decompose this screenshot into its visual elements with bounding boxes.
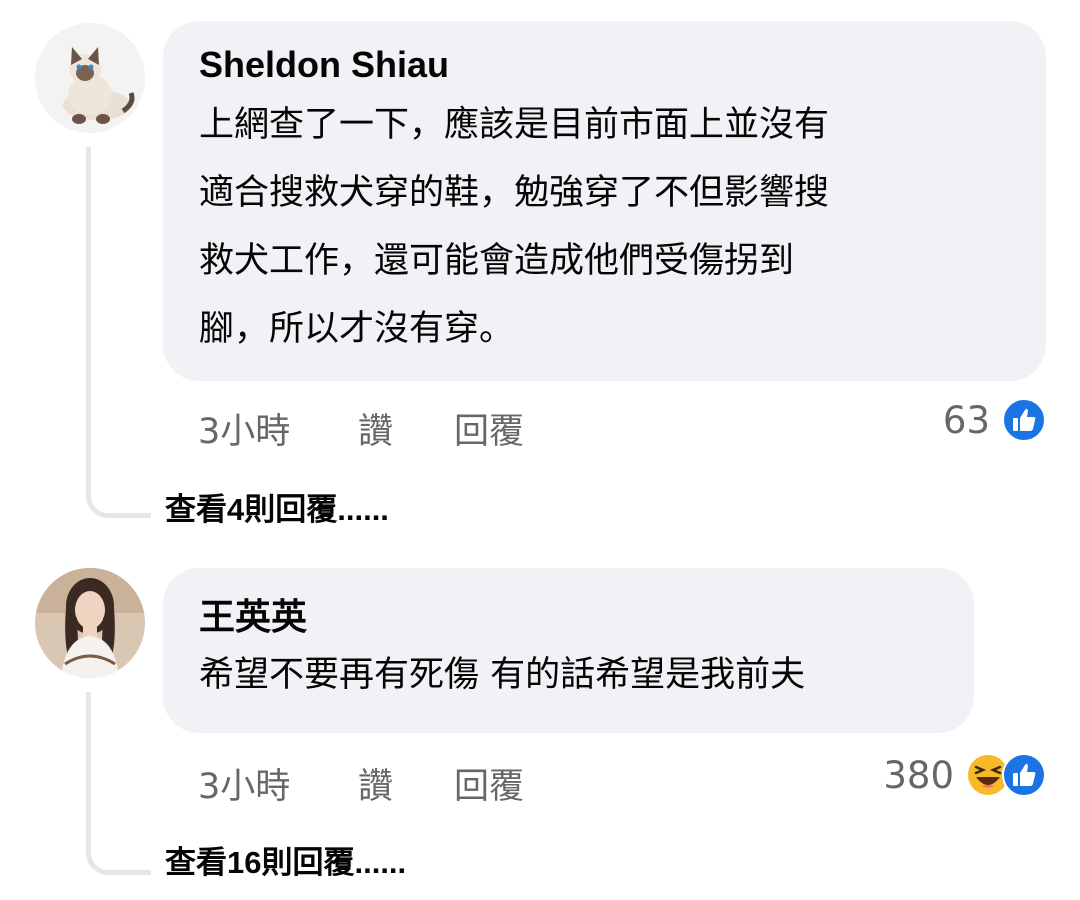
comment-timestamp[interactable]: 3小時 [198,767,290,807]
reaction-summary[interactable]: 380 [883,749,1046,801]
comment-text-line: 適合搜救犬穿的鞋，勉強穿了不但影響搜 [199,173,830,213]
like-icon [1002,753,1046,797]
comments-section: Sheldon Shiau 上網查了一下，應該是目前市面上並沒有 適合搜救犬穿的… [0,0,1080,900]
reaction-count: 380 [883,753,954,797]
cat-avatar-image [35,23,145,133]
view-replies-link[interactable]: 查看4則回覆...... [165,490,389,530]
reply-button[interactable]: 回覆 [454,412,524,452]
comment-text: 希望不要再有死傷 有的話希望是我前夫 [199,641,944,709]
thread-line [86,147,151,518]
like-button[interactable]: 讚 [358,767,393,807]
reaction-count: 63 [942,398,990,442]
reaction-summary[interactable]: 63 [943,394,1046,446]
comment-bubble: Sheldon Shiau 上網查了一下，應該是目前市面上並沒有 適合搜救犬穿的… [163,21,1046,381]
comment-author[interactable]: 王英英 [199,595,944,639]
like-icon [1002,398,1046,442]
comment-timestamp[interactable]: 3小時 [198,412,290,452]
comment-actions: 3小時 讚 回覆 [198,412,598,452]
avatar[interactable] [35,568,145,678]
view-replies-link[interactable]: 查看16則回覆...... [165,843,406,883]
woman-avatar-image [35,568,145,678]
reply-button[interactable]: 回覆 [454,767,524,807]
thread-line [86,692,151,875]
comment-bubble: 王英英 希望不要再有死傷 有的話希望是我前夫 [163,568,974,733]
comment-text-line: 上網查了一下，應該是目前市面上並沒有 [199,105,830,145]
comment-text-line: 腳，所以才沒有穿。 [199,309,515,349]
comment-text-line: 希望不要再有死傷 有的話希望是我前夫 [199,655,806,695]
comment-author[interactable]: Sheldon Shiau [199,43,1016,87]
comment-actions: 3小時 讚 回覆 [198,767,598,807]
comment-text: 上網查了一下，應該是目前市面上並沒有 適合搜救犬穿的鞋，勉強穿了不但影響搜 救犬… [199,91,1016,363]
comment-text-line: 救犬工作，還可能會造成他們受傷拐到 [199,241,795,281]
avatar[interactable] [35,23,145,133]
like-button[interactable]: 讚 [358,412,393,452]
